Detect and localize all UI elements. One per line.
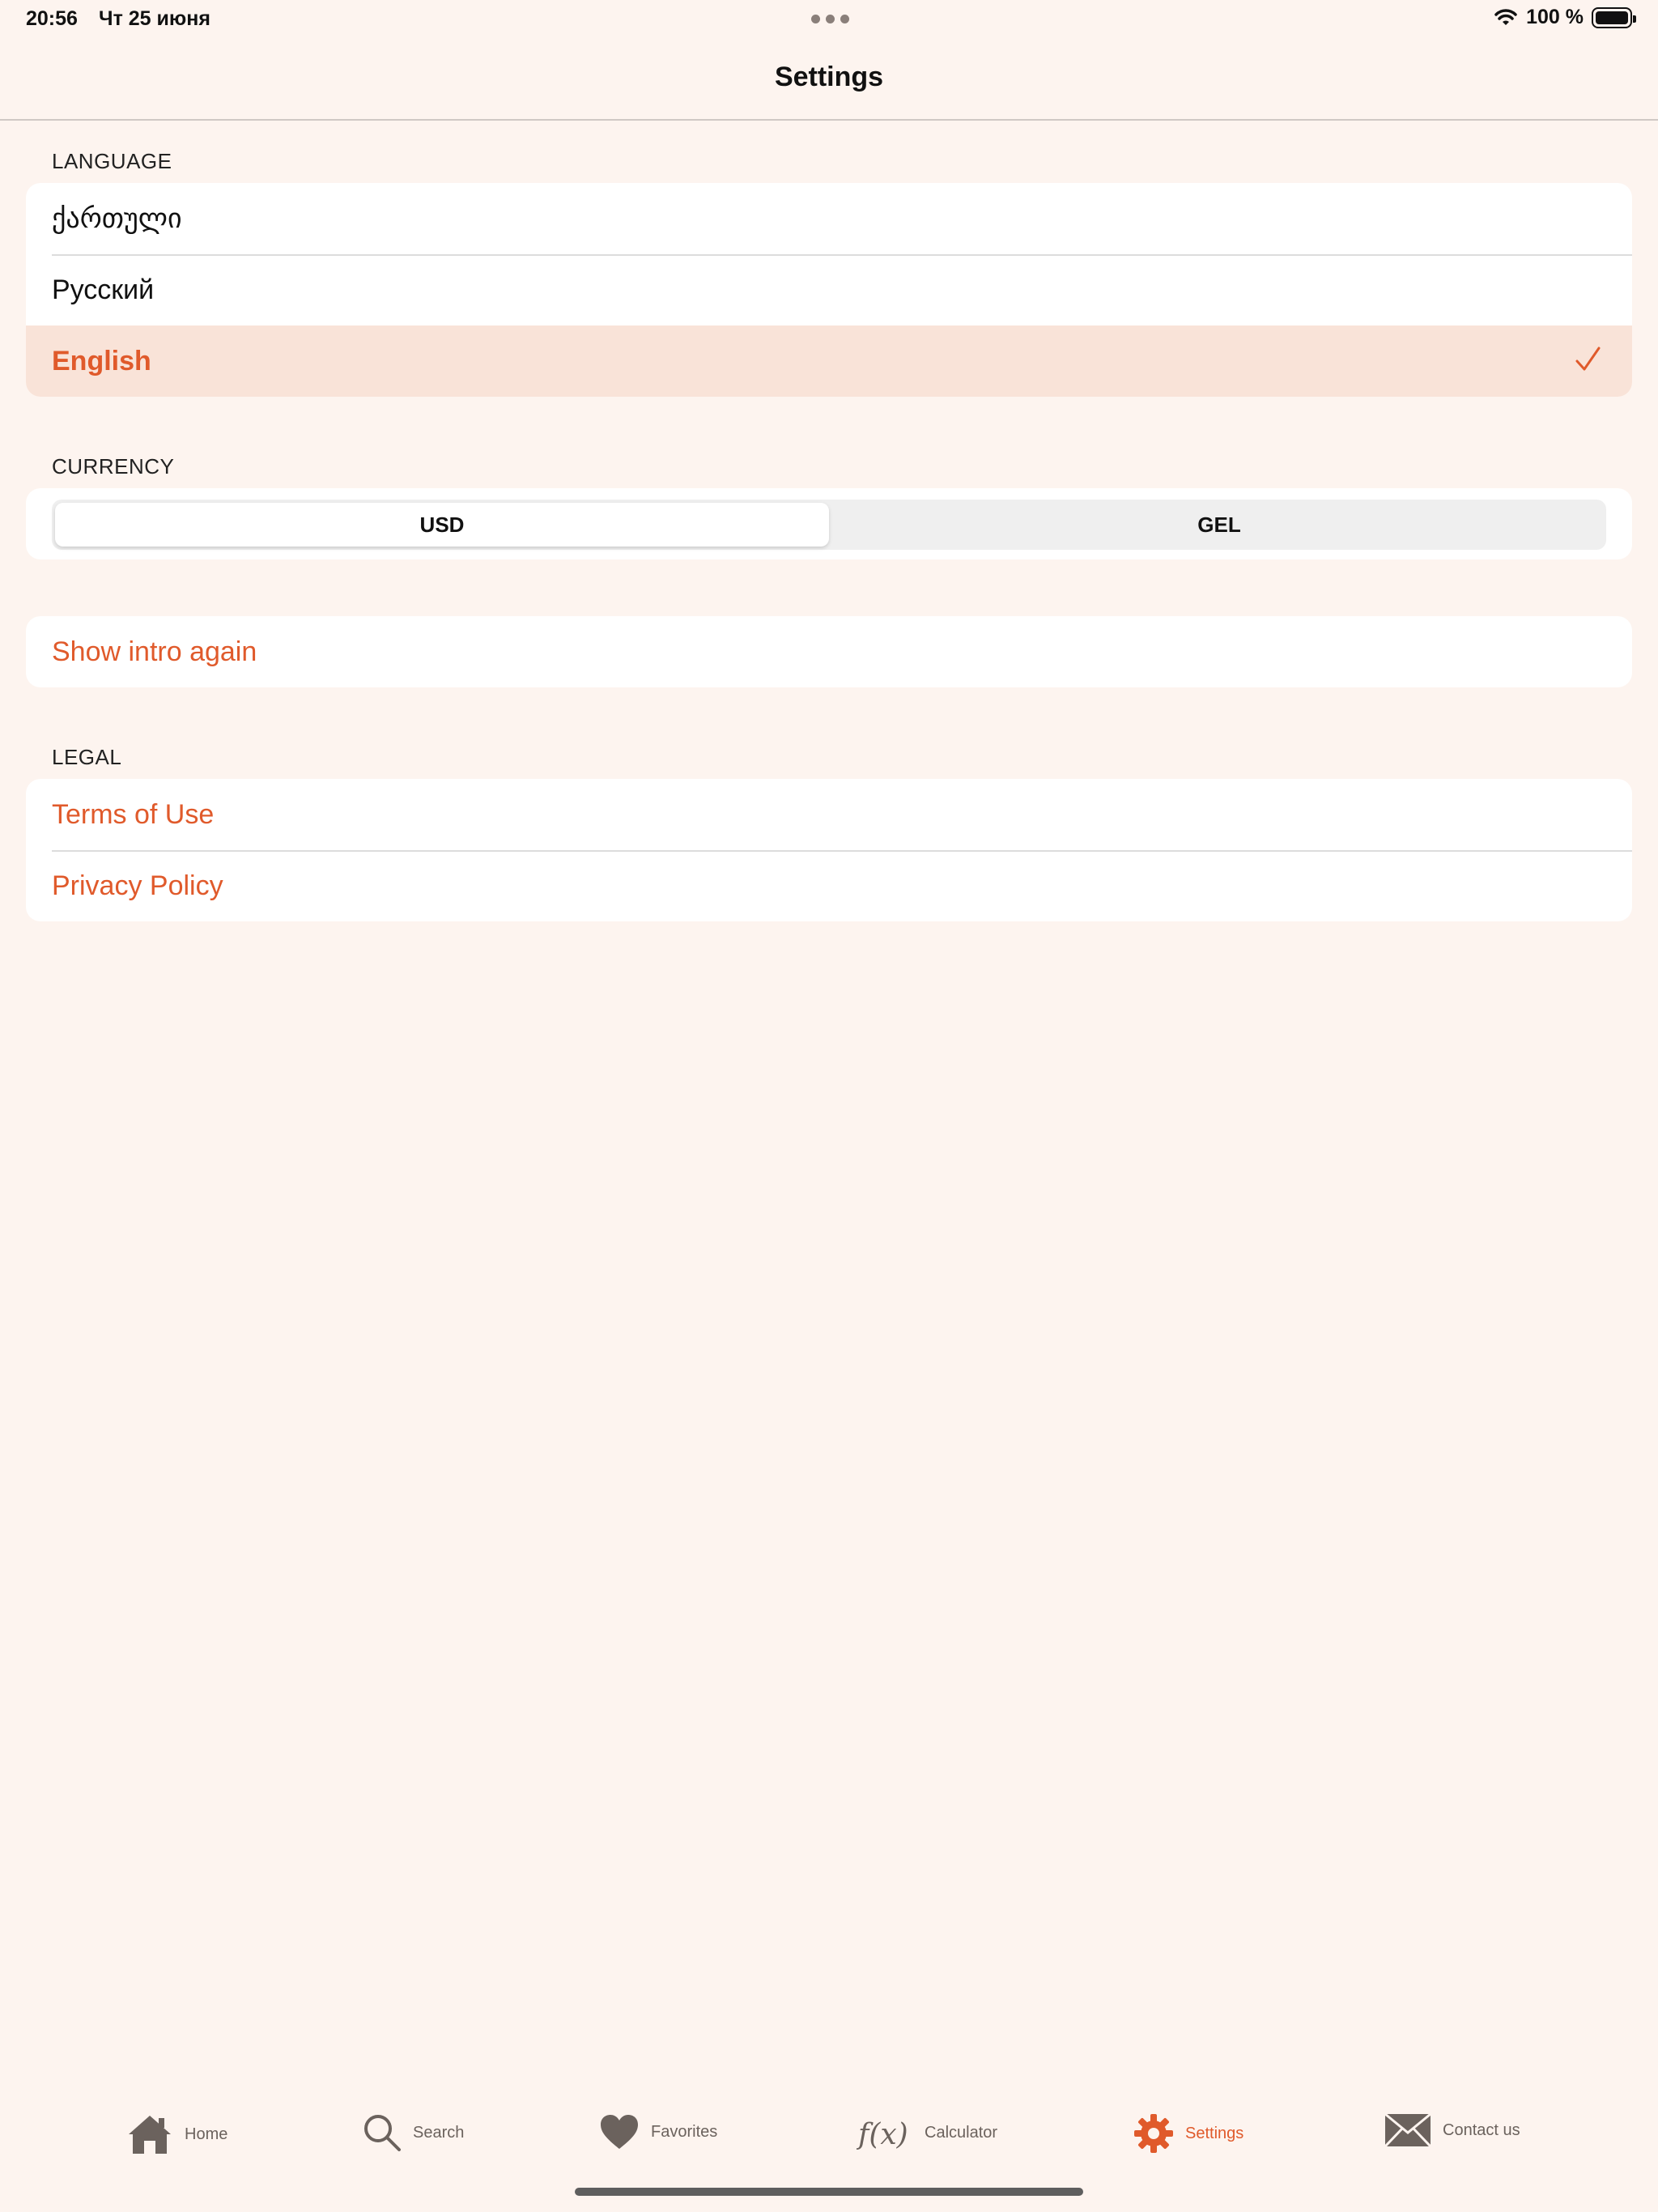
language-option-label: ქართული [52, 203, 182, 234]
tab-label: Search [413, 2123, 465, 2142]
language-section-header: LANGUAGE [52, 149, 172, 173]
battery-percentage: 100 % [1526, 6, 1584, 28]
navigation-bar: Settings [0, 39, 1658, 121]
tab-label: Settings [1185, 2124, 1244, 2142]
terms-of-use-link[interactable]: Terms of Use [26, 779, 1632, 850]
currency-option-usd[interactable]: USD [55, 503, 829, 547]
tab-favorites[interactable]: Favorites [599, 2113, 717, 2150]
tab-calculator[interactable]: ƒ(x) Calculator [857, 2113, 997, 2152]
currency-group: USD GEL [26, 488, 1632, 559]
show-intro-button[interactable]: Show intro again [26, 616, 1632, 687]
battery-icon [1592, 6, 1636, 28]
tab-bar: Home Search Favorites ƒ(x) Calculator Se… [0, 2113, 1658, 2186]
checkmark-icon [1575, 347, 1601, 371]
tab-label: Calculator [925, 2123, 998, 2142]
tab-search[interactable]: Search [363, 2113, 464, 2152]
svg-text:ƒ(x): ƒ(x) [857, 2118, 908, 2151]
wifi-icon [1494, 8, 1517, 25]
status-bar: 20:56 Чт 25 июня 100 % [0, 0, 1658, 39]
tab-label: Home [185, 2125, 228, 2143]
function-icon: ƒ(x) [857, 2118, 908, 2151]
currency-section-header: CURRENCY [52, 454, 175, 479]
heart-icon [601, 2115, 638, 2149]
home-icon [129, 2116, 171, 2154]
page-title: Settings [774, 62, 884, 92]
tab-label: Contact us [1443, 2121, 1520, 2139]
search-icon [364, 2115, 401, 2151]
status-time: 20:56 [26, 7, 78, 30]
status-date: Чт 25 июня [99, 7, 210, 30]
language-list: ქართული Русский English [26, 183, 1632, 397]
gear-icon [1134, 2114, 1173, 2153]
status-indicators: 100 % [1494, 6, 1636, 29]
tab-contact-us[interactable]: Contact us [1384, 2113, 1520, 2147]
language-option-georgian[interactable]: ქართული [26, 183, 1632, 254]
tab-settings[interactable]: Settings [1133, 2113, 1244, 2154]
legal-section-header: LEGAL [52, 745, 122, 769]
currency-segmented-control[interactable]: USD GEL [52, 500, 1606, 550]
multitasking-dots-icon[interactable] [811, 15, 849, 23]
envelope-icon [1384, 2113, 1431, 2147]
language-option-english[interactable]: English [26, 325, 1632, 397]
language-option-russian[interactable]: Русский [26, 254, 1632, 325]
privacy-policy-link[interactable]: Privacy Policy [26, 850, 1632, 921]
language-option-label: Русский [52, 274, 155, 305]
legal-list: Terms of Use Privacy Policy [26, 779, 1632, 921]
tab-label: Favorites [651, 2122, 718, 2141]
home-indicator[interactable] [575, 2188, 1083, 2196]
currency-option-gel[interactable]: GEL [832, 500, 1606, 550]
language-option-label: English [52, 345, 151, 376]
tab-home[interactable]: Home [126, 2113, 227, 2155]
settings-screen: 20:56 Чт 25 июня 100 % Settings LANGUAGE… [0, 0, 1658, 2212]
intro-group: Show intro again [26, 616, 1632, 687]
